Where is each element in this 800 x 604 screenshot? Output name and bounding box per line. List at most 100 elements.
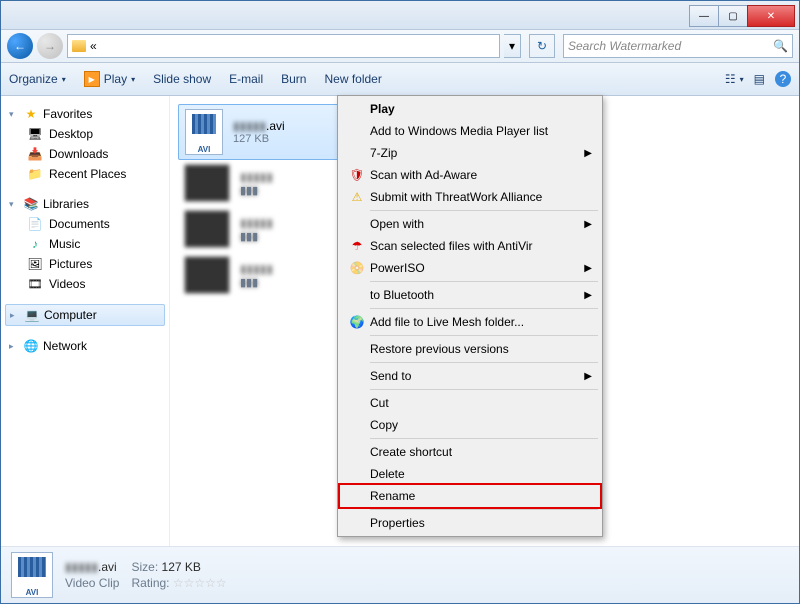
organize-button[interactable]: Organize ▾ — [9, 72, 66, 86]
avi-file-icon: AVI — [11, 552, 53, 598]
file-ext: .avi — [266, 119, 285, 133]
window-buttons: — ▢ ✕ — [690, 5, 795, 25]
shield-icon: 🛡 — [344, 168, 370, 182]
ctx-play[interactable]: Play — [340, 98, 600, 120]
details-ext: .avi — [98, 560, 117, 574]
explorer-window: — ▢ ✕ ← → « ▾ ↻ Search Watermarked 🔍 Org… — [0, 0, 800, 604]
ctx-open-with[interactable]: Open with▶ — [340, 213, 600, 235]
ctx-antivir[interactable]: ☂Scan selected files with AntiVir — [340, 235, 600, 257]
computer-label: Computer — [44, 308, 97, 322]
picture-icon: 🖼 — [27, 256, 43, 272]
ctx-livemesh[interactable]: 🌍Add file to Live Mesh folder... — [340, 311, 600, 333]
separator — [370, 335, 598, 336]
ctx-bluetooth[interactable]: to Bluetooth▶ — [340, 284, 600, 306]
maximize-button[interactable]: ▢ — [718, 5, 748, 27]
separator — [370, 281, 598, 282]
file-name-hidden: ▮▮▮▮▮ — [233, 119, 266, 133]
slideshow-button[interactable]: Slide show — [153, 72, 211, 86]
favorites-header[interactable]: ▾★Favorites — [5, 104, 165, 124]
recent-icon: 📁 — [27, 166, 43, 182]
close-button[interactable]: ✕ — [747, 5, 795, 27]
dropdown-icon: ▾ — [131, 75, 135, 84]
ctx-poweriso[interactable]: 📀PowerISO▶ — [340, 257, 600, 279]
details-size: 127 KB — [162, 560, 201, 574]
size-label: Size: — [131, 560, 158, 574]
network-label: Network — [43, 339, 87, 353]
nav-recent-places[interactable]: 📁Recent Places — [5, 164, 165, 184]
globe-icon: 🌍 — [344, 315, 370, 329]
ctx-restore[interactable]: Restore previous versions — [340, 338, 600, 360]
ctx-create-shortcut[interactable]: Create shortcut — [340, 441, 600, 463]
ctx-threatwork[interactable]: ⚠Submit with ThreatWork Alliance — [340, 186, 600, 208]
submenu-arrow-icon: ▶ — [584, 263, 592, 274]
toolbar: Organize ▾ ▶ Play ▾ Slide show E-mail Bu… — [1, 63, 799, 96]
play-label: Play — [104, 72, 127, 86]
address-field[interactable]: « — [67, 34, 500, 58]
preview-pane-button[interactable]: ▤ — [754, 72, 765, 86]
network-icon: 🌐 — [23, 338, 39, 354]
thumbnail-icon — [184, 256, 230, 294]
separator — [370, 308, 598, 309]
search-placeholder: Search Watermarked — [568, 39, 681, 53]
rating-stars[interactable]: ☆☆☆☆☆ — [173, 576, 227, 590]
ctx-cut[interactable]: Cut — [340, 392, 600, 414]
nav-documents[interactable]: 📄Documents — [5, 214, 165, 234]
ctx-copy[interactable]: Copy — [340, 414, 600, 436]
path-text: « — [90, 39, 97, 53]
submenu-arrow-icon: ▶ — [584, 290, 592, 301]
back-button[interactable]: ← — [7, 33, 33, 59]
submenu-arrow-icon: ▶ — [584, 148, 592, 159]
view-options-button[interactable]: ☷ ▾ — [725, 72, 744, 86]
ctx-adaware[interactable]: 🛡Scan with Ad-Aware — [340, 164, 600, 186]
play-button[interactable]: ▶ Play ▾ — [84, 71, 135, 87]
document-icon: 📄 — [27, 216, 43, 232]
context-menu: Play Add to Windows Media Player list 7-… — [337, 95, 603, 537]
ctx-properties[interactable]: Properties — [340, 512, 600, 534]
search-field[interactable]: Search Watermarked 🔍 — [563, 34, 793, 58]
title-bar: — ▢ ✕ — [1, 1, 799, 30]
video-icon: 🎞 — [27, 276, 43, 292]
minimize-button[interactable]: — — [689, 5, 719, 27]
back-arrow-icon: ← — [14, 39, 26, 53]
rating-label: Rating: — [131, 576, 169, 590]
details-type: Video Clip — [65, 576, 119, 590]
help-button[interactable]: ? — [775, 71, 791, 87]
libraries-header[interactable]: ▾📚Libraries — [5, 194, 165, 214]
forward-arrow-icon: → — [44, 39, 56, 53]
nav-network[interactable]: ▸🌐Network — [5, 336, 165, 356]
music-icon: ♪ — [27, 236, 43, 252]
dropdown-icon: ▾ — [62, 75, 66, 84]
nav-downloads[interactable]: 📥Downloads — [5, 144, 165, 164]
favorites-label: Favorites — [43, 107, 92, 121]
newfolder-button[interactable]: New folder — [324, 72, 381, 86]
email-button[interactable]: E-mail — [229, 72, 263, 86]
play-icon: ▶ — [84, 71, 100, 87]
nav-music[interactable]: ♪Music — [5, 234, 165, 254]
file-size: 127 KB — [233, 133, 285, 145]
separator — [370, 389, 598, 390]
separator — [370, 362, 598, 363]
search-icon: 🔍 — [773, 39, 788, 53]
nav-computer[interactable]: ▸💻Computer — [5, 304, 165, 326]
thumbnail-icon — [184, 164, 230, 202]
nav-videos[interactable]: 🎞Videos — [5, 274, 165, 294]
burn-button[interactable]: Burn — [281, 72, 306, 86]
ctx-delete[interactable]: Delete — [340, 463, 600, 485]
details-pane: AVI ▮▮▮▮▮.avi Video Clip Size: 127 KB Ra… — [1, 546, 799, 603]
avi-file-icon: AVI — [185, 109, 223, 155]
ctx-7zip[interactable]: 7-Zip▶ — [340, 142, 600, 164]
ctx-rename[interactable]: Rename — [340, 485, 600, 507]
submenu-arrow-icon: ▶ — [584, 219, 592, 230]
address-dropdown[interactable]: ▾ — [504, 34, 521, 58]
nav-pictures[interactable]: 🖼Pictures — [5, 254, 165, 274]
umbrella-icon: ☂ — [344, 239, 370, 253]
ctx-add-to-wmp[interactable]: Add to Windows Media Player list — [340, 120, 600, 142]
thumbnail-icon — [184, 210, 230, 248]
refresh-button[interactable]: ↻ — [529, 34, 555, 58]
warning-icon: ⚠ — [344, 190, 370, 204]
nav-desktop[interactable]: 🖥Desktop — [5, 124, 165, 144]
separator — [370, 210, 598, 211]
ctx-send-to[interactable]: Send to▶ — [340, 365, 600, 387]
star-icon: ★ — [23, 106, 39, 122]
organize-label: Organize — [9, 72, 58, 86]
